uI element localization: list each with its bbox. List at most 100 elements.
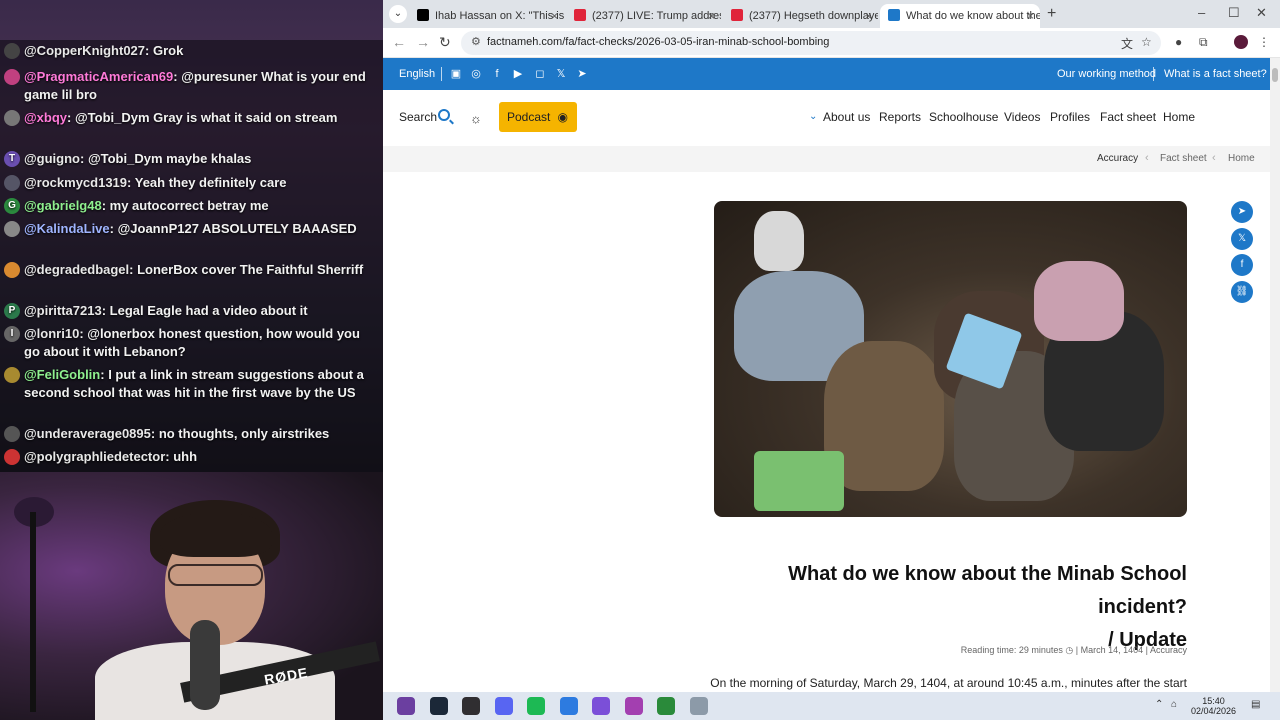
forward-arrow-icon[interactable]: →	[416, 34, 430, 50]
nav-reports[interactable]: Reports	[879, 110, 921, 124]
fact-sheet-info-link[interactable]: What is a fact sheet?	[1164, 68, 1267, 80]
theme-toggle-icon[interactable]: ☼	[470, 111, 482, 126]
chat-message-body: @KalindaLive: @JoannP127 ABSOLUTELY BAAA…	[24, 220, 376, 238]
browser-tab[interactable]: (2377) Hegseth downplayed ris×	[723, 4, 878, 28]
tab-close-icon[interactable]: ×	[865, 6, 872, 26]
chat-username[interactable]: @KalindaLive	[24, 221, 110, 236]
chat-username[interactable]: @degradedbagel	[24, 262, 129, 277]
url-text[interactable]: factnameh.com/fa/fact-checks/2026-03-05-…	[487, 36, 829, 48]
chat-avatar[interactable]	[4, 110, 20, 126]
clock[interactable]: 15:40 02/04/2026	[1191, 696, 1236, 716]
x-icon[interactable]: 𝕏	[554, 67, 568, 81]
chat-username[interactable]: @gabrielg48	[24, 198, 102, 213]
chat-username[interactable]: @xbqy	[24, 110, 67, 125]
extensions-puzzle-icon[interactable]: ⧉	[1199, 35, 1208, 50]
maximize-button[interactable]: ☐	[1228, 5, 1240, 21]
share-telegram-icon[interactable]: ➤	[1231, 201, 1253, 223]
search-button[interactable]: Search	[399, 110, 437, 124]
chevron-down-icon[interactable]: ⌄	[389, 5, 407, 23]
share-facebook-icon[interactable]: f	[1231, 254, 1253, 276]
app-icon[interactable]	[592, 697, 610, 715]
chat-username[interactable]: @FeliGoblin	[24, 367, 100, 382]
back-arrow-icon[interactable]: ←	[392, 34, 406, 50]
share-link-icon[interactable]: ⛓	[1231, 281, 1253, 303]
youtube-icon[interactable]: ▶	[511, 67, 525, 81]
profile-avatar[interactable]	[1234, 35, 1248, 49]
app-icon[interactable]	[559, 697, 578, 715]
article-category[interactable]: Accuracy	[1150, 645, 1187, 655]
chat-username[interactable]: @polygraphliedetector	[24, 449, 165, 464]
telegram-icon[interactable]: ➤	[575, 67, 589, 81]
breadcrumb-fact-sheet[interactable]: Fact sheet	[1160, 153, 1207, 164]
share-x-icon[interactable]: 𝕏	[1231, 228, 1253, 250]
chat-avatar[interactable]	[4, 43, 20, 59]
chat-avatar[interactable]	[4, 69, 20, 85]
nav-profiles[interactable]: Profiles	[1050, 110, 1090, 124]
language-switch[interactable]: English	[399, 68, 435, 80]
facebook-icon[interactable]: f	[490, 67, 504, 81]
chat-avatar[interactable]	[4, 449, 20, 465]
browser-tab[interactable]: (2377) LIVE: Trump addresses th×	[566, 4, 721, 28]
notification-icon[interactable]: ▤	[1251, 699, 1260, 710]
chat-username[interactable]: @PragmaticAmerican69	[24, 69, 173, 84]
chevron-down-icon[interactable]: ⌄	[809, 111, 817, 122]
nav-fact-sheet[interactable]: Fact sheet	[1100, 110, 1156, 124]
spotify-icon[interactable]	[527, 697, 545, 715]
chat-avatar[interactable]	[4, 221, 20, 237]
network-icon[interactable]: ⌂	[1171, 699, 1177, 710]
obs-icon[interactable]	[462, 697, 480, 715]
chat-username[interactable]: @underaverage0895	[24, 426, 151, 441]
chat-text: @Tobi_Dym maybe khalas	[87, 151, 252, 166]
tab-close-icon[interactable]: ×	[708, 6, 715, 26]
chat-username[interactable]: @lonri10	[24, 326, 79, 341]
new-tab-button[interactable]: +	[1047, 5, 1056, 23]
bookmark-icon[interactable]: ▣	[449, 67, 463, 81]
translate-icon[interactable]: 文	[1121, 35, 1133, 52]
app-icon[interactable]	[624, 697, 643, 715]
chat-username[interactable]: @piritta7213	[24, 303, 102, 318]
tab-close-icon[interactable]: ×	[551, 6, 558, 26]
app-icon[interactable]	[397, 697, 415, 715]
chat-username[interactable]: @guigno	[24, 151, 80, 166]
chat-username[interactable]: @rockmycd1319	[24, 175, 127, 190]
steam-icon[interactable]	[429, 697, 448, 715]
tray-chevron-up-icon[interactable]: ⌃	[1155, 699, 1163, 710]
chat-avatar[interactable]	[4, 426, 20, 442]
chat-avatar[interactable]	[4, 175, 20, 191]
nav-home[interactable]: Home	[1163, 110, 1195, 124]
nav-videos[interactable]: Videos	[1004, 110, 1040, 124]
chat-message-body: @guigno: @Tobi_Dym maybe khalas	[24, 150, 376, 168]
app-icon[interactable]	[689, 697, 708, 715]
chrome-icon[interactable]	[657, 697, 675, 715]
chat-avatar[interactable]	[4, 367, 20, 383]
chat-avatar[interactable]	[4, 262, 20, 278]
address-bar[interactable]: ⚙ factnameh.com/fa/fact-checks/2026-03-0…	[461, 31, 1161, 55]
extension-icon[interactable]: ●	[1175, 35, 1182, 49]
breadcrumb-home[interactable]: Home	[1228, 153, 1255, 164]
chat-avatar[interactable]: G	[4, 198, 20, 214]
chat-username[interactable]: @CopperKnight027	[24, 43, 145, 58]
browser-tab[interactable]: What do we know about the M ×	[880, 4, 1040, 28]
discord-icon[interactable]	[494, 697, 513, 715]
tab-close-icon[interactable]: ×	[1027, 6, 1034, 26]
chat-avatar[interactable]: T	[4, 151, 20, 167]
nav-schoolhouse[interactable]: Schoolhouse	[929, 110, 998, 124]
reload-icon[interactable]: ↻	[439, 34, 451, 51]
chat-avatar[interactable]: I	[4, 326, 20, 342]
podcast-icon[interactable]: ◎	[469, 67, 483, 81]
podcast-button[interactable]: Podcast ◉	[499, 102, 577, 132]
nav-about-us[interactable]: About us	[823, 110, 870, 124]
working-method-link[interactable]: Our working method	[1057, 68, 1156, 80]
minimize-button[interactable]: –	[1198, 5, 1205, 20]
search-icon[interactable]	[438, 109, 450, 121]
scrollbar-thumb[interactable]	[1272, 68, 1278, 82]
page-scrollbar[interactable]	[1270, 58, 1280, 692]
breadcrumb-accuracy[interactable]: Accuracy	[1097, 153, 1138, 164]
bookmark-star-icon[interactable]: ☆	[1141, 35, 1152, 49]
instagram-icon[interactable]: ◻	[533, 67, 547, 81]
site-info-icon[interactable]: ⚙	[471, 35, 481, 48]
browser-tab[interactable]: Ihab Hassan on X: "This is a pho×	[409, 4, 564, 28]
chat-avatar[interactable]: P	[4, 303, 20, 319]
more-menu-icon[interactable]: ⋮	[1258, 35, 1270, 49]
close-window-button[interactable]: ✕	[1256, 5, 1267, 21]
